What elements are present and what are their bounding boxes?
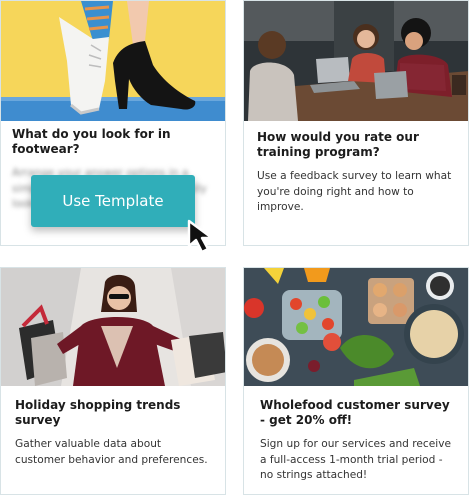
team-meeting-photo: [244, 1, 468, 121]
card-title: Wholefood customer survey - get 20% off!: [260, 398, 450, 427]
template-card-training[interactable]: How would you rate our training program?…: [243, 0, 469, 246]
card-title: What do you look for in footwear?: [12, 127, 171, 156]
card-title: Holiday shopping trends survey: [15, 398, 181, 427]
card-description: Sign up for our services and receive a f…: [260, 438, 451, 481]
arrow-cursor-icon: [186, 218, 222, 256]
shoes-photo: [1, 1, 225, 121]
template-card-wholefood[interactable]: Wholefood customer survey - get 20% off!…: [243, 267, 469, 495]
card-title: How would you rate our training program?: [257, 130, 419, 159]
card-description: Gather valuable data about customer beha…: [15, 438, 208, 466]
shopper-with-bags-photo: [1, 268, 225, 386]
use-template-button[interactable]: Use Template: [31, 175, 195, 227]
healthy-food-photo: [244, 268, 468, 386]
card-description: Use a feedback survey to learn what you'…: [257, 170, 452, 213]
template-card-holiday-shopping[interactable]: Holiday shopping trends survey Gather va…: [0, 267, 226, 495]
